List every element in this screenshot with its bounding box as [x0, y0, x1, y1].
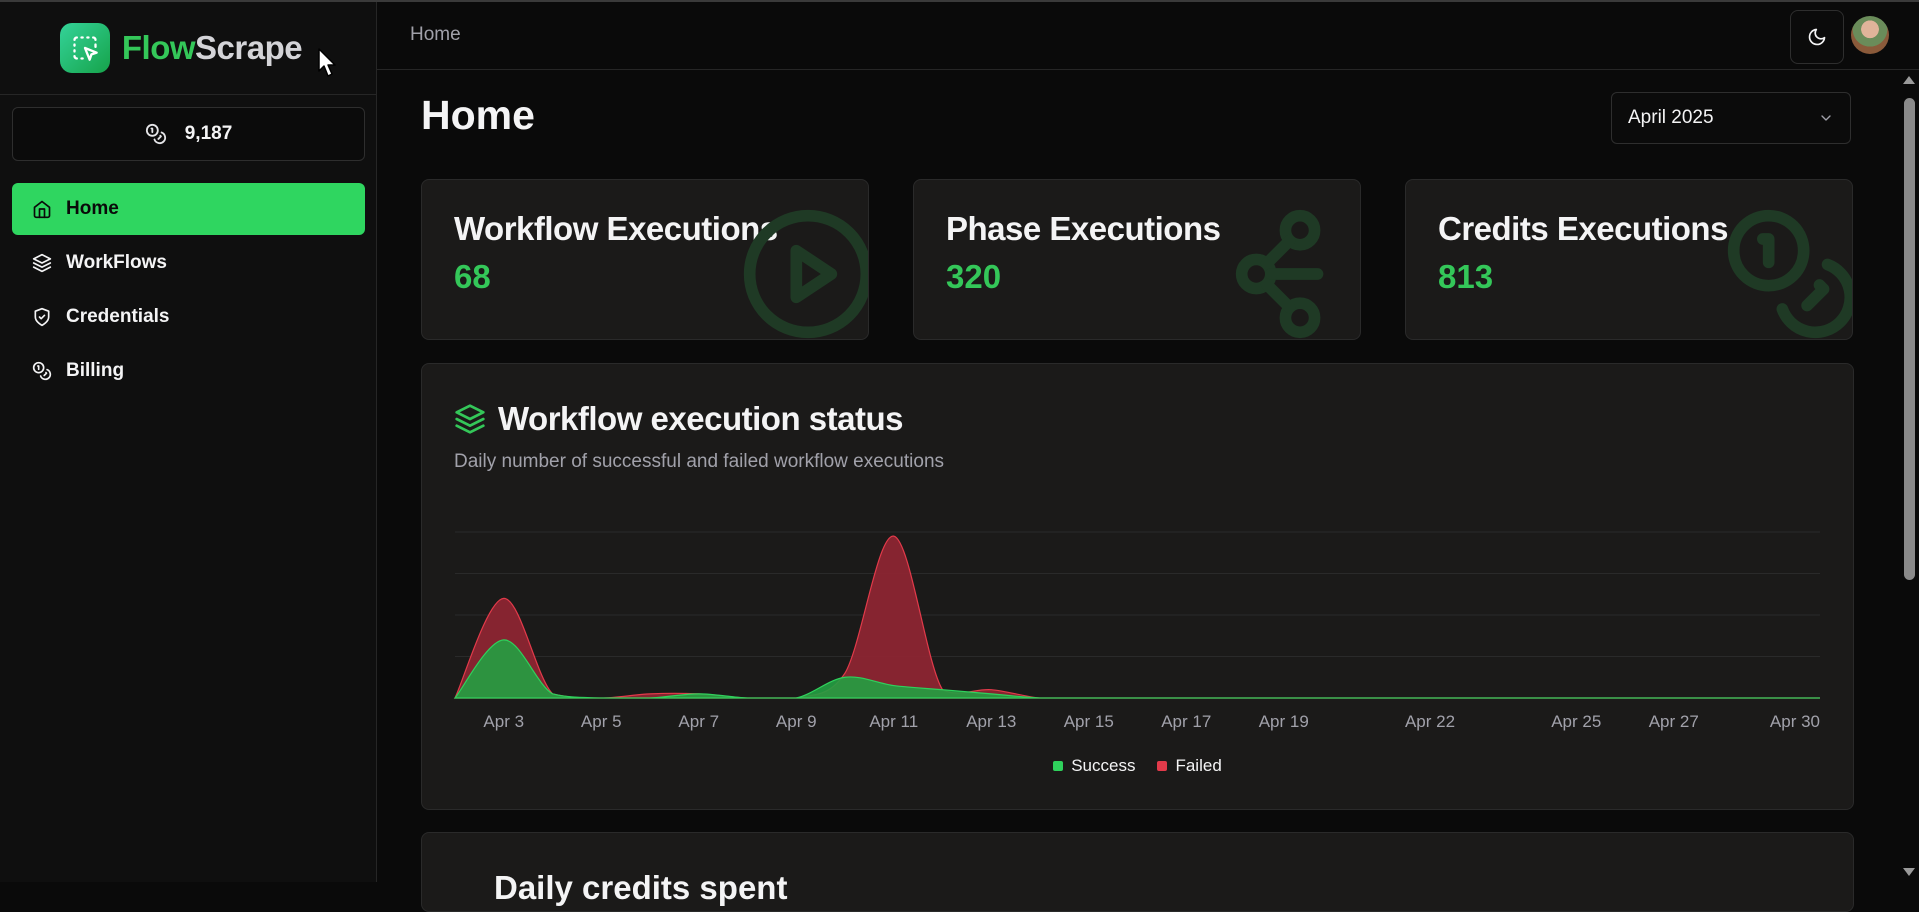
sidebar-item-label: Credentials: [66, 306, 170, 327]
execution-status-card: Workflow execution status Daily number o…: [421, 363, 1854, 810]
credits-balance-button[interactable]: 9,187: [12, 107, 365, 161]
x-tick-label: Apr 3: [483, 712, 524, 731]
x-tick-label: Apr 7: [678, 712, 719, 731]
x-tick-label: Apr 30: [1770, 712, 1820, 731]
stat-value: 813: [1438, 258, 1494, 295]
x-tick-label: Apr 17: [1161, 712, 1211, 731]
sidebar-item-label: Billing: [66, 360, 125, 381]
waypoints-icon: [1235, 209, 1324, 339]
avatar[interactable]: [1851, 16, 1889, 54]
sidebar-nav: Home WorkFlows Credentials Billing: [12, 183, 365, 399]
legend-swatch-failed: [1157, 761, 1168, 771]
moon-icon: [1808, 28, 1826, 46]
stat-value: 320: [946, 258, 1002, 295]
page-title: Home: [421, 92, 535, 138]
x-tick-label: Apr 15: [1064, 712, 1114, 731]
sidebar: FlowScrape 9,187 Home WorkFlows Credenti…: [0, 2, 377, 882]
scrollbar-thumb[interactable]: [1904, 98, 1915, 580]
success-series-area: [453, 639, 1820, 699]
brand-name: FlowScrape: [121, 29, 303, 67]
x-tick-label: Apr 5: [581, 712, 622, 731]
play-circle-icon: [743, 209, 868, 339]
x-tick-label: Apr 13: [966, 712, 1016, 731]
daily-credits-card: Daily credits spent: [421, 832, 1854, 912]
brand-logo[interactable]: FlowScrape: [59, 23, 303, 73]
period-select[interactable]: April 2025: [1611, 92, 1851, 144]
sidebar-item-workflows[interactable]: WorkFlows: [12, 237, 365, 289]
breadcrumb[interactable]: Home: [410, 24, 461, 46]
chevron-down-icon: [1821, 115, 1831, 121]
cursor-select-icon: [59, 23, 110, 73]
layers-icon: [32, 253, 52, 273]
chart-legend: Success Failed: [422, 756, 1853, 776]
sidebar-item-credentials[interactable]: Credentials: [12, 291, 365, 343]
scroll-up-arrow-icon[interactable]: [1903, 76, 1915, 84]
x-tick-label: Apr 9: [776, 712, 817, 731]
stat-card-credits-executions: Credits Executions 813: [1405, 179, 1853, 340]
scroll-down-arrow-icon[interactable]: [1903, 868, 1915, 876]
period-select-value: April 2025: [1628, 107, 1714, 128]
legend-swatch-success: [1053, 761, 1064, 771]
x-tick-label: Apr 27: [1649, 712, 1699, 731]
legend-item-success[interactable]: Success: [1053, 756, 1135, 776]
credits-balance: 9,187: [184, 123, 233, 144]
coins-icon: [145, 123, 166, 145]
coins-icon: [1727, 209, 1852, 339]
sidebar-item-billing[interactable]: Billing: [12, 345, 365, 397]
coins-icon: [32, 361, 52, 381]
stat-card-phase-executions: Phase Executions 320: [913, 179, 1361, 340]
top-bar: Home: [377, 2, 1919, 70]
sidebar-item-label: Home: [66, 198, 119, 219]
stat-title: Workflow Executions: [454, 210, 778, 247]
home-icon: [33, 200, 51, 219]
legend-item-failed[interactable]: Failed: [1157, 756, 1222, 776]
legend-label: Failed: [1175, 756, 1222, 775]
daily-credits-title: Daily credits spent: [494, 869, 788, 906]
stat-value: 68: [454, 258, 491, 295]
page-scrollbar[interactable]: [1899, 70, 1919, 882]
failed-series-area: [454, 535, 1820, 699]
brand-name-part2: Scrape: [195, 29, 303, 66]
x-tick-label: Apr 22: [1405, 712, 1455, 731]
shield-check-icon: [34, 307, 50, 327]
sidebar-item-home[interactable]: Home: [12, 183, 365, 235]
brand-name-part1: Flow: [121, 29, 196, 66]
x-tick-label: Apr 19: [1259, 712, 1309, 731]
x-tick-label: Apr 11: [869, 712, 918, 731]
legend-label: Success: [1071, 756, 1136, 775]
x-tick-label: Apr 25: [1551, 712, 1601, 731]
execution-status-chart[interactable]: Apr 3 Apr 5 Apr 7 Apr 9 Apr 11 Apr 13 Apr 15 Ap…: [422, 364, 1853, 809]
theme-toggle-button[interactable]: [1790, 10, 1844, 64]
stat-title: Credits Executions: [1438, 210, 1728, 247]
stat-title: Phase Executions: [946, 210, 1221, 247]
stat-card-workflow-executions: Workflow Executions 68: [421, 179, 869, 340]
sidebar-item-label: WorkFlows: [66, 252, 167, 273]
mouse-cursor-icon: [318, 48, 336, 77]
